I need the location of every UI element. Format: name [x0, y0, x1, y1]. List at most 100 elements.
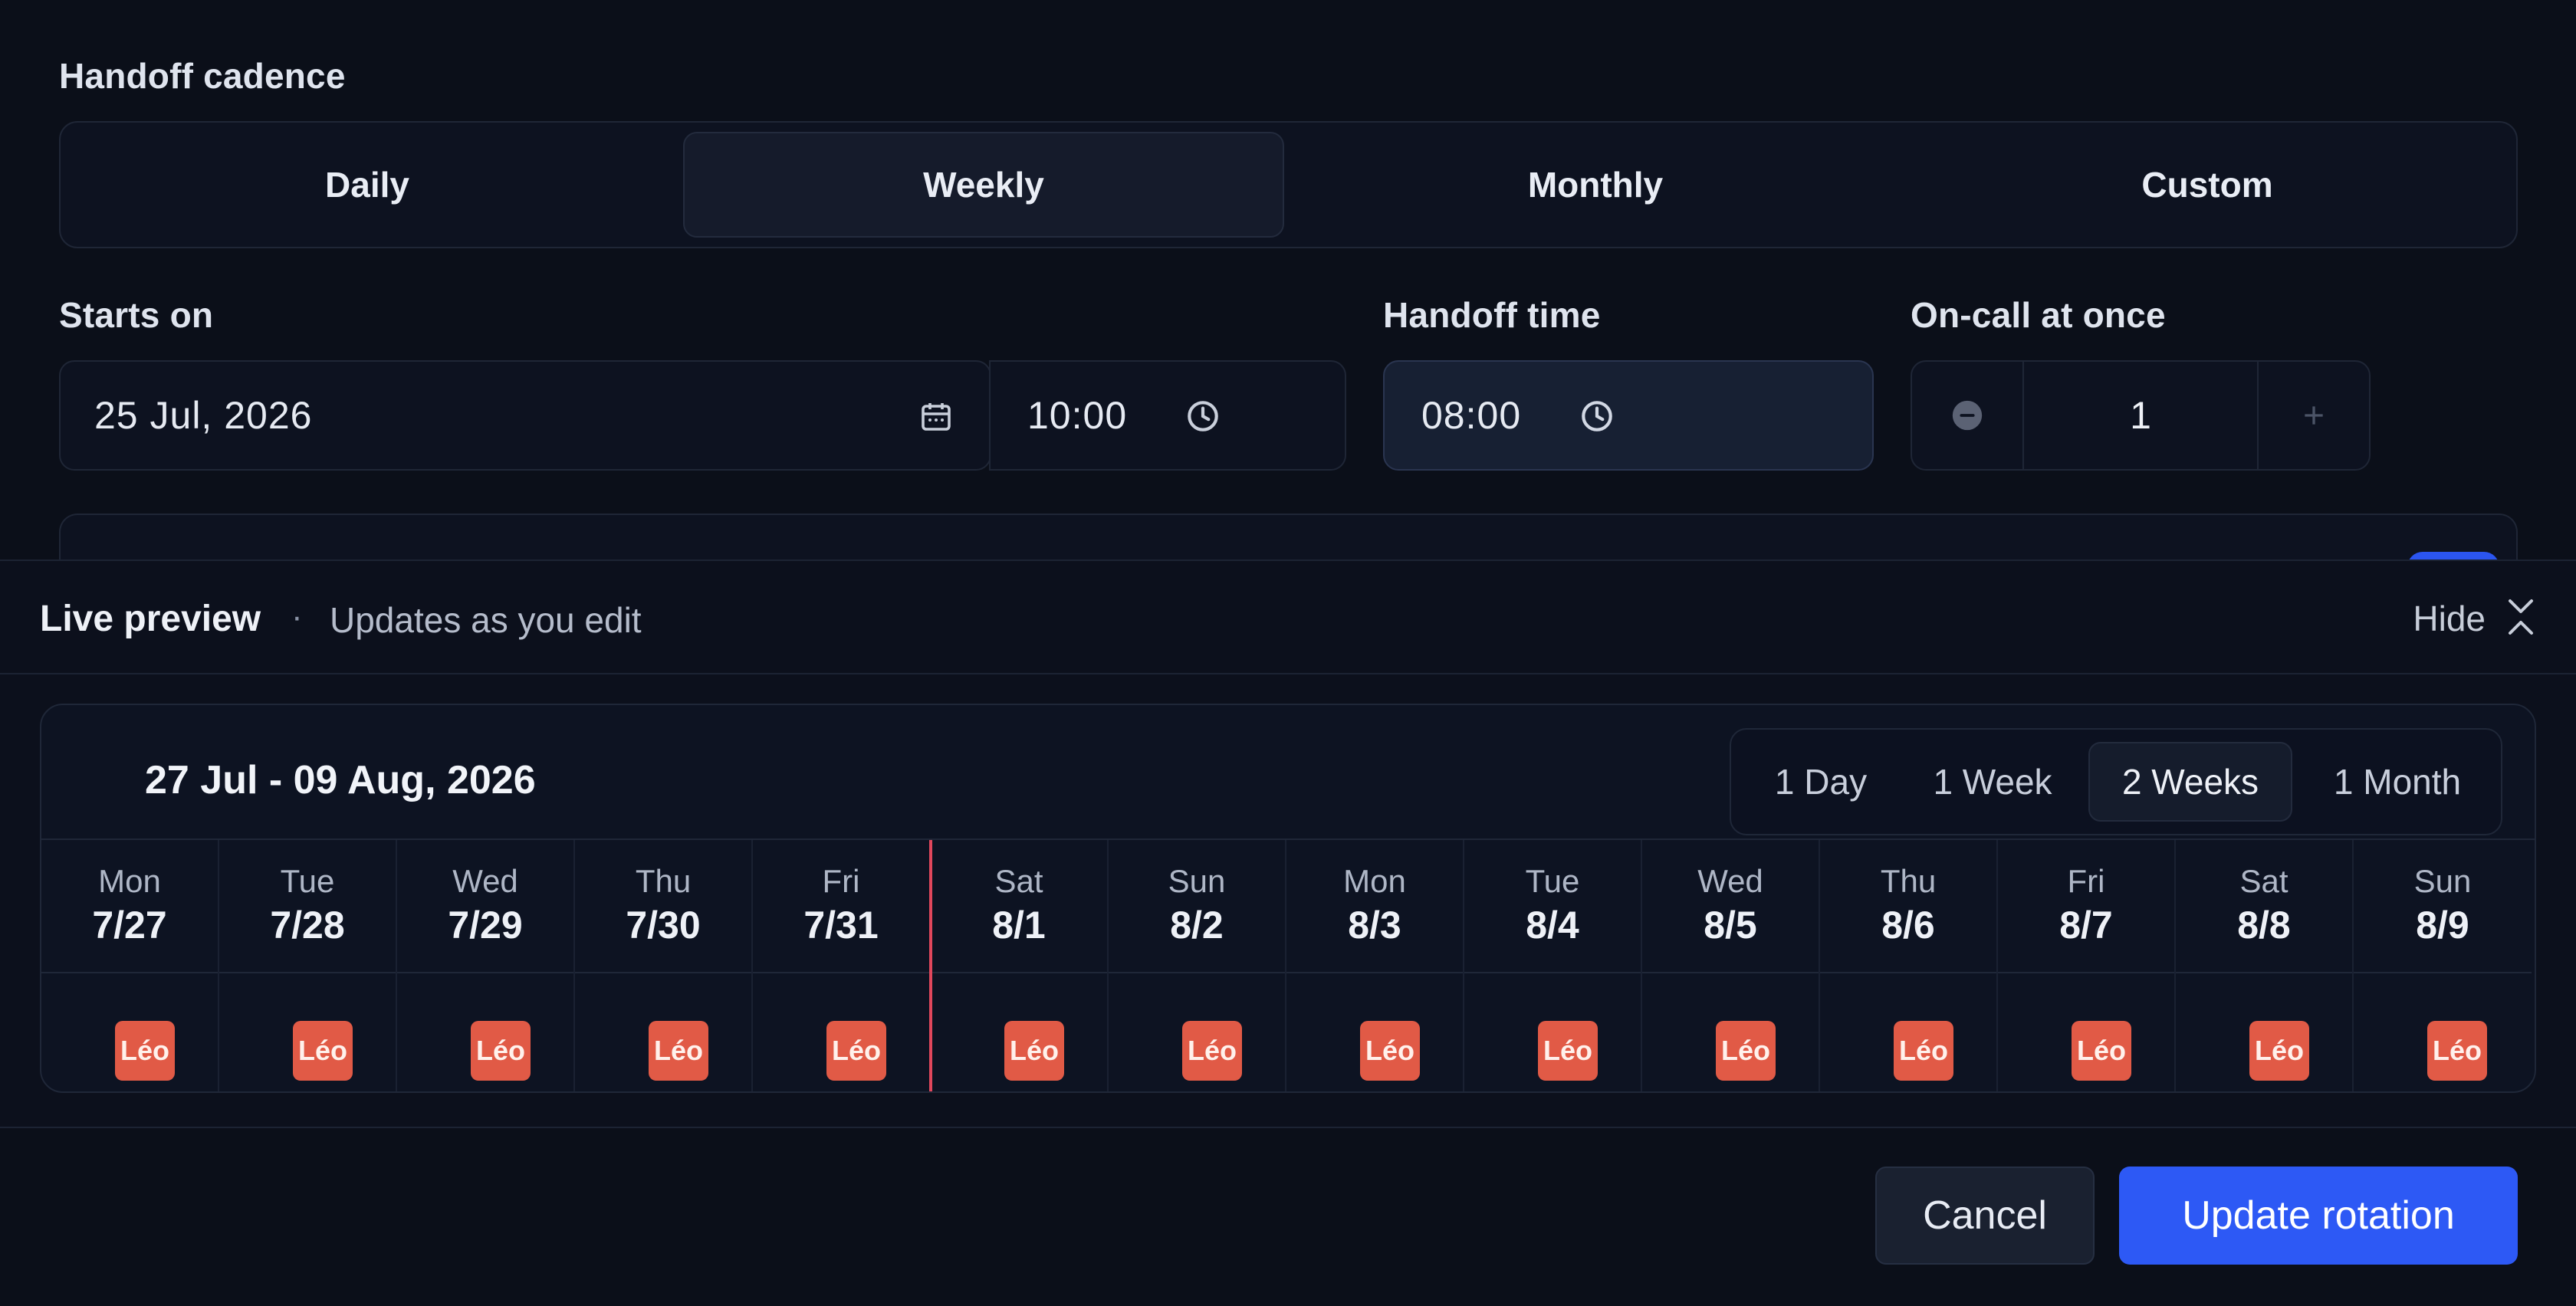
day-name: Wed — [1697, 863, 1763, 899]
day-name: Sat — [2239, 863, 2288, 899]
live-preview-panel: Live preview · Updates as you edit Hide … — [0, 559, 2576, 1128]
update-rotation-button[interactable]: Update rotation — [2119, 1167, 2518, 1265]
cadence-option-daily[interactable]: Daily — [71, 132, 663, 238]
assignee-chip[interactable]: Léo — [649, 1021, 708, 1081]
day-column: Fri 7/31 Léo — [753, 840, 931, 1091]
start-date-input[interactable]: 25 Jul, 2026 — [59, 360, 991, 471]
assignee-chip[interactable]: Léo — [1004, 1021, 1064, 1081]
decrement-button[interactable] — [1912, 362, 2024, 469]
handoff-time-value: 08:00 — [1421, 394, 1522, 437]
day-column: Tue 8/4 Léo — [1464, 840, 1642, 1091]
row-divider — [397, 972, 573, 973]
hide-preview-button[interactable]: Hide — [2413, 598, 2486, 639]
range-option-1-day[interactable]: 1 Day — [1748, 742, 1894, 822]
plus-icon — [2305, 406, 2323, 425]
assignee-chip[interactable]: Léo — [1894, 1021, 1953, 1081]
assignee-chip[interactable]: Léo — [2427, 1021, 2487, 1081]
calendar-range-label: 27 Jul - 09 Aug, 2026 — [145, 758, 536, 802]
cadence-label: Handoff cadence — [59, 56, 346, 96]
assignee-chip[interactable]: Léo — [1538, 1021, 1598, 1081]
assignee-chip[interactable]: Léo — [293, 1021, 353, 1081]
assignee-chip[interactable]: Léo — [1716, 1021, 1776, 1081]
hidden-settings-row — [59, 514, 2518, 559]
start-time-input[interactable]: 10:00 — [989, 360, 1346, 471]
handoff-time-input[interactable]: 08:00 — [1383, 360, 1874, 471]
start-date-value: 25 Jul, 2026 — [94, 394, 313, 437]
day-column: Wed 7/29 Léo — [397, 840, 575, 1091]
minus-circle-icon — [1952, 400, 1983, 431]
day-name: Tue — [1525, 863, 1580, 899]
day-date: 7/30 — [626, 904, 701, 947]
assignee-chip[interactable]: Léo — [2072, 1021, 2131, 1081]
row-divider — [41, 972, 218, 973]
day-date: 7/29 — [448, 904, 523, 947]
row-divider — [1642, 972, 1819, 973]
preview-calendar: 27 Jul - 09 Aug, 2026 1 Day 1 Week 2 Wee… — [40, 704, 2536, 1093]
day-name: Sun — [1168, 863, 1226, 899]
assignee-chip[interactable]: Léo — [2249, 1021, 2309, 1081]
day-date: 8/8 — [2237, 904, 2291, 947]
day-date: 8/3 — [1348, 904, 1401, 947]
range-option-1-month[interactable]: 1 Month — [2303, 742, 2492, 822]
day-column: Sun 8/9 Léo — [2354, 840, 2532, 1091]
day-column: Mon 8/3 Léo — [1286, 840, 1464, 1091]
day-column: Sun 8/2 Léo — [1109, 840, 1286, 1091]
header-separator: · — [291, 598, 303, 635]
clock-icon[interactable] — [1184, 397, 1222, 435]
assignee-chip[interactable]: Léo — [471, 1021, 531, 1081]
day-date: 8/1 — [992, 904, 1046, 947]
cadence-option-weekly[interactable]: Weekly — [683, 132, 1284, 238]
cancel-button[interactable]: Cancel — [1875, 1167, 2095, 1265]
day-date: 8/9 — [2416, 904, 2469, 947]
day-name: Wed — [452, 863, 518, 899]
increment-button[interactable] — [2257, 362, 2369, 469]
cadence-option-monthly[interactable]: Monthly — [1295, 132, 1896, 238]
assignee-chip[interactable]: Léo — [1360, 1021, 1420, 1081]
range-option-1-week[interactable]: 1 Week — [1906, 742, 2079, 822]
row-divider — [1286, 972, 1463, 973]
assignee-chip[interactable]: Léo — [826, 1021, 886, 1081]
range-option-2-weeks[interactable]: 2 Weeks — [2088, 742, 2292, 822]
collapse-icon[interactable] — [2502, 596, 2539, 638]
day-column: Tue 7/28 Léo — [219, 840, 397, 1091]
day-column: Fri 8/7 Léo — [1998, 840, 2176, 1091]
cadence-option-custom[interactable]: Custom — [1907, 132, 2508, 238]
day-grid: Mon 7/27 Léo Tue 7/28 Léo Wed 7/29 Léo Thu 7/30 Léo… — [41, 838, 2535, 1091]
row-divider — [1464, 972, 1641, 973]
day-name: Sat — [994, 863, 1043, 899]
day-column: Sat 8/8 Léo — [2176, 840, 2354, 1091]
start-time-value: 10:00 — [1027, 394, 1128, 437]
row-divider — [2354, 972, 2532, 973]
current-time-indicator — [929, 840, 932, 1091]
assignee-chip[interactable]: Léo — [1182, 1021, 1242, 1081]
day-date: 7/31 — [803, 904, 879, 947]
assignee-chip[interactable]: Léo — [115, 1021, 175, 1081]
row-divider — [753, 972, 929, 973]
day-column: Thu 8/6 Léo — [1820, 840, 1998, 1091]
day-name: Mon — [1343, 863, 1406, 899]
clock-icon[interactable] — [1578, 397, 1616, 435]
day-column: Mon 7/27 Léo — [41, 840, 219, 1091]
handoff-time-label: Handoff time — [1383, 295, 1601, 335]
calendar-icon[interactable] — [918, 399, 955, 435]
day-name: Thu — [635, 863, 692, 899]
day-date: 7/27 — [92, 904, 167, 947]
cadence-segmented-control: Daily Weekly Monthly Custom — [59, 121, 2518, 248]
oncall-count[interactable]: 1 — [2024, 362, 2257, 469]
day-name: Thu — [1880, 863, 1937, 899]
day-column: Wed 8/5 Léo — [1642, 840, 1820, 1091]
row-divider — [931, 972, 1107, 973]
oncall-label: On-call at once — [1911, 295, 2166, 335]
day-name: Mon — [98, 863, 161, 899]
day-date: 8/5 — [1704, 904, 1757, 947]
rotation-editor: Handoff cadence Daily Weekly Monthly Cus… — [0, 0, 2576, 1306]
day-name: Fri — [2067, 863, 2105, 899]
row-divider — [1998, 972, 2174, 973]
day-date: 8/2 — [1170, 904, 1224, 947]
day-date: 8/7 — [2059, 904, 2113, 947]
day-date: 7/28 — [270, 904, 345, 947]
row-divider — [1820, 972, 1996, 973]
oncall-stepper: 1 — [1911, 360, 2371, 471]
day-date: 8/6 — [1881, 904, 1935, 947]
live-preview-subtitle: Updates as you edit — [330, 600, 642, 640]
